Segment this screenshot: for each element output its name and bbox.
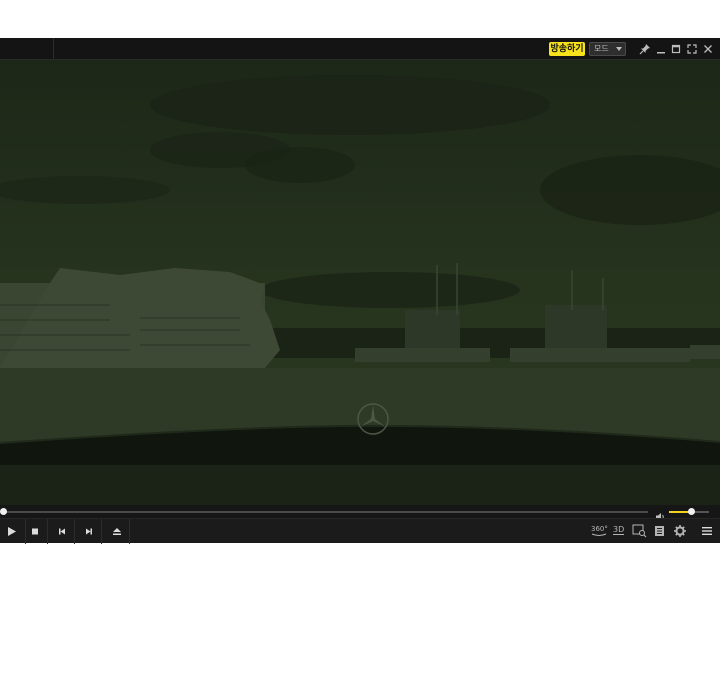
maximize-icon[interactable] — [669, 42, 683, 56]
svg-text:360°: 360° — [591, 525, 608, 533]
eject-button[interactable] — [104, 519, 130, 544]
vr-360-button[interactable]: 360° — [590, 524, 608, 538]
seek-thumb[interactable] — [0, 508, 7, 515]
fullscreen-icon[interactable] — [685, 42, 699, 56]
zoom-icon — [632, 524, 647, 538]
menu-button[interactable] — [700, 524, 716, 538]
video-scene — [0, 60, 720, 505]
settings-button[interactable] — [672, 524, 688, 538]
media-player-window: 방송하기 모드 360° 3D — [0, 38, 720, 544]
eject-icon — [113, 528, 121, 535]
stop-button[interactable] — [22, 519, 48, 544]
volume-thumb[interactable] — [688, 508, 695, 515]
next-icon — [86, 528, 92, 535]
close-icon[interactable] — [701, 42, 715, 56]
previous-icon — [59, 528, 65, 535]
3d-icon: 3D — [613, 525, 624, 535]
menu-icon — [702, 527, 712, 535]
chapter-button[interactable] — [652, 524, 668, 538]
seek-bar[interactable] — [3, 511, 648, 513]
3d-button[interactable]: 3D — [612, 524, 628, 538]
title-bar[interactable]: 방송하기 모드 — [0, 38, 720, 60]
title-bar-divider — [53, 38, 54, 60]
previous-button[interactable] — [49, 519, 75, 544]
control-bar: 360° 3D — [0, 518, 720, 544]
broadcast-button[interactable]: 방송하기 — [549, 42, 585, 56]
volume-icon[interactable] — [655, 507, 666, 521]
chapter-icon — [655, 526, 664, 536]
next-button[interactable] — [76, 519, 102, 544]
chevron-down-icon — [616, 47, 622, 51]
seek-bar-area — [0, 505, 720, 521]
settings-icon — [674, 525, 686, 537]
vr-360-icon: 360° — [591, 525, 608, 536]
pin-icon[interactable] — [638, 42, 652, 56]
zoom-button[interactable] — [632, 524, 648, 538]
video-frame[interactable] — [0, 60, 720, 505]
svg-text:3D: 3D — [613, 525, 624, 534]
mode-dropdown-label: 모드 — [594, 44, 609, 53]
mode-dropdown[interactable]: 모드 — [589, 42, 626, 56]
minimize-icon[interactable] — [654, 42, 668, 56]
stop-icon — [32, 528, 38, 535]
